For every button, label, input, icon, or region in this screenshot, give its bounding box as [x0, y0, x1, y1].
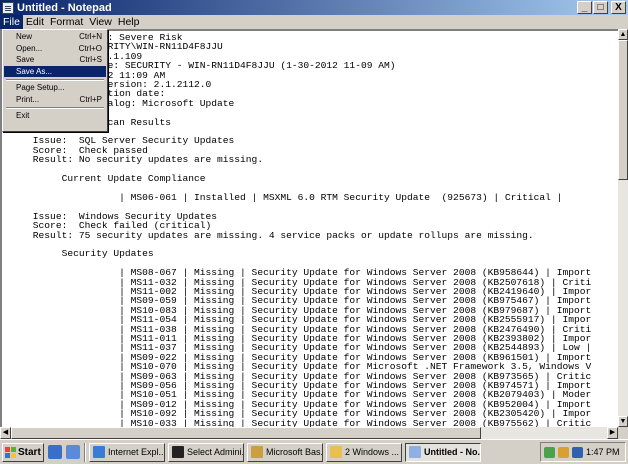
taskbar-button-label: Internet Expl...: [108, 447, 165, 457]
menu-edit[interactable]: Edit: [23, 15, 47, 29]
scrollbar-corner: [618, 427, 628, 439]
menu-separator: [4, 105, 106, 110]
taskbar-button-label: Select Admini...: [187, 447, 244, 457]
menu-item-shortcut: Ctrl+S: [79, 55, 102, 65]
volume-icon[interactable]: [572, 446, 583, 458]
mbsa-icon: [251, 446, 263, 458]
menu-item-shortcut: Ctrl+O: [78, 43, 102, 53]
taskbar-button-internet-explorer[interactable]: Internet Expl...: [89, 442, 165, 462]
taskbar-button-admin-cmd[interactable]: Select Admini...: [168, 442, 244, 462]
menu-item-label: Page Setup...: [16, 83, 65, 93]
ie-icon: [93, 446, 105, 458]
menu-item-new[interactable]: New Ctrl+N: [4, 31, 106, 43]
clock[interactable]: 1:47 PM: [586, 447, 620, 457]
horizontal-scroll-thumb[interactable]: [11, 427, 481, 439]
start-button[interactable]: Start: [2, 442, 44, 462]
menu-view[interactable]: View: [86, 15, 115, 29]
menu-item-shortcut: Ctrl+P: [79, 94, 102, 104]
menu-help[interactable]: Help: [115, 15, 143, 29]
notepad-icon: [2, 1, 14, 14]
minimize-button[interactable]: _: [577, 1, 592, 14]
taskbar-button-windows-explorer[interactable]: 2 Windows ...: [326, 442, 402, 462]
cmd-icon: [172, 446, 184, 458]
menu-item-label: Save: [16, 55, 35, 65]
menu-item-save-as[interactable]: Save As...: [4, 65, 106, 77]
menu-item-open[interactable]: Open... Ctrl+O: [4, 43, 106, 55]
system-tray: 1:47 PM: [540, 442, 626, 462]
security-icon[interactable]: [558, 446, 569, 458]
menu-item-label: Print...: [16, 94, 40, 104]
folder-icon: [330, 446, 342, 458]
menu-file[interactable]: File: [0, 15, 23, 29]
vertical-scrollbar[interactable]: ▲ ▼: [618, 29, 628, 427]
taskbar-button-label: 2 Windows ...: [345, 447, 400, 457]
menu-item-save[interactable]: Save Ctrl+S: [4, 54, 106, 66]
scroll-left-button[interactable]: ◀: [0, 427, 11, 439]
menu-item-label: Exit: [16, 111, 30, 121]
taskbar: Start Internet Expl... Select Admini... …: [0, 439, 628, 464]
menu-separator: [4, 77, 106, 82]
title-bar[interactable]: Untitled - Notepad _ □ X: [0, 0, 628, 15]
taskbar-button-label: Microsoft Bas...: [266, 447, 323, 457]
menu-item-label: Save As...: [16, 66, 53, 76]
menu-format[interactable]: Format: [47, 15, 86, 29]
taskbar-separator: [84, 442, 86, 462]
menu-item-exit[interactable]: Exit: [4, 110, 106, 122]
taskbar-button-label: Untitled - No...: [424, 447, 481, 457]
scroll-right-button[interactable]: ▶: [607, 427, 618, 439]
menu-item-page-setup[interactable]: Page Setup...: [4, 82, 106, 94]
maximize-button[interactable]: □: [593, 1, 608, 14]
window-title: Untitled - Notepad: [17, 1, 112, 14]
menu-item-shortcut: Ctrl+N: [79, 32, 102, 42]
menu-item-print[interactable]: Print... Ctrl+P: [4, 94, 106, 106]
windows-logo-icon: [5, 446, 16, 458]
network-icon[interactable]: [544, 446, 555, 458]
taskbar-button-notepad[interactable]: Untitled - No...: [405, 442, 481, 462]
vertical-scroll-thumb[interactable]: [618, 40, 628, 180]
start-label: Start: [18, 446, 41, 458]
taskbar-button-mbsa[interactable]: Microsoft Bas...: [247, 442, 323, 462]
menu-item-label: New: [16, 32, 33, 42]
scroll-down-button[interactable]: ▼: [618, 416, 628, 427]
window-controls: _ □ X: [577, 1, 626, 14]
menu-bar: File Edit Format View Help: [0, 15, 628, 29]
scroll-up-button[interactable]: ▲: [618, 29, 628, 40]
menu-item-label: Open...: [16, 43, 43, 53]
explorer-quicklaunch-icon[interactable]: [66, 445, 80, 459]
show-desktop-icon[interactable]: [48, 445, 62, 459]
notepad-icon: [409, 446, 421, 458]
horizontal-scrollbar[interactable]: ◀ ▶: [0, 427, 618, 439]
file-menu-dropdown: New Ctrl+N Open... Ctrl+O Save Ctrl+S Sa…: [2, 29, 108, 132]
close-button[interactable]: X: [611, 1, 626, 14]
